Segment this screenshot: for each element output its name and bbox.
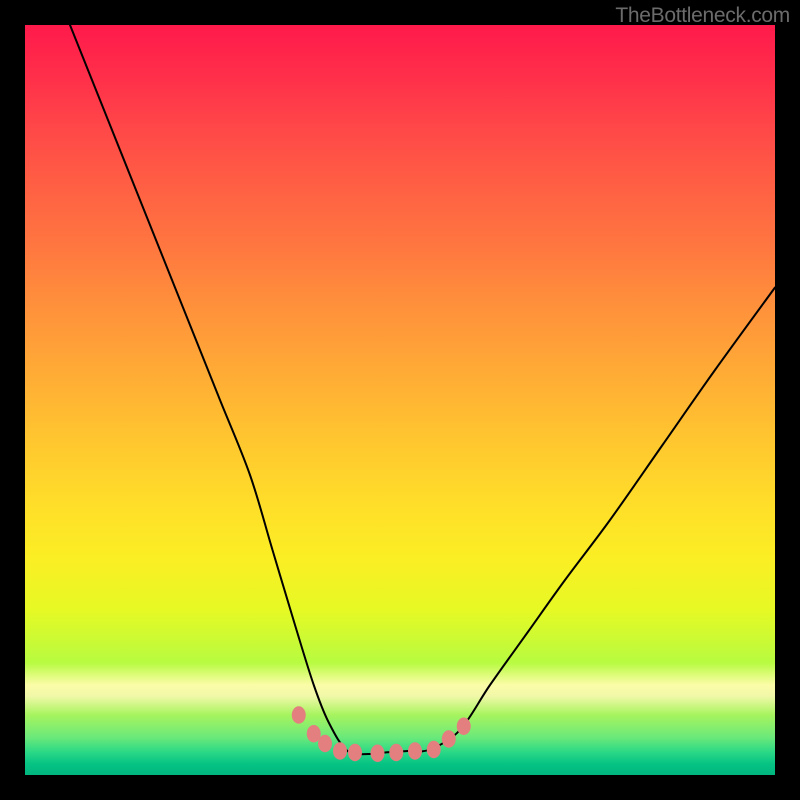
marker-point xyxy=(389,744,403,762)
marker-point xyxy=(348,744,362,762)
marker-point xyxy=(307,725,321,743)
marker-point xyxy=(408,742,422,760)
curve-layer xyxy=(25,25,775,775)
marker-point xyxy=(333,742,347,760)
marker-point xyxy=(427,741,441,759)
marker-point xyxy=(292,706,306,724)
marker-point xyxy=(318,735,332,753)
watermark-text: TheBottleneck.com xyxy=(615,4,790,28)
chart-frame: TheBottleneck.com xyxy=(0,0,800,800)
plot-area xyxy=(25,25,775,775)
marker-point xyxy=(457,718,471,736)
bottleneck-curve xyxy=(70,25,775,754)
marker-point xyxy=(371,745,385,763)
marker-point xyxy=(442,730,456,748)
